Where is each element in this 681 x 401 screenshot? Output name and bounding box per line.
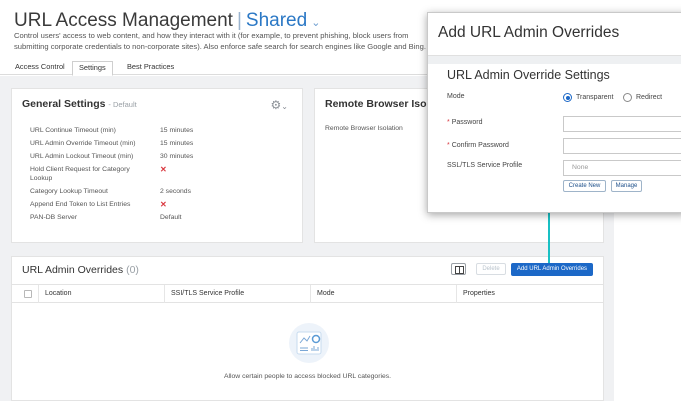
setting-value: 15 minutes — [160, 127, 194, 134]
tab-settings[interactable]: Settings — [72, 61, 113, 76]
password-label: * Password — [447, 119, 482, 126]
confirm-password-field[interactable] — [563, 138, 681, 154]
setting-key: Hold Client Request for Category Lookup — [30, 166, 130, 182]
setting-key: URL Admin Override Timeout (min) — [30, 140, 136, 147]
gear-icon[interactable]: ⚙⌄ — [271, 98, 288, 112]
column-properties[interactable]: Properties — [456, 285, 603, 303]
page-title-text: URL Access Management — [14, 10, 233, 31]
ssl-profile-select[interactable]: None — [563, 160, 681, 176]
general-settings-title-text: General Settings — [22, 98, 106, 110]
columns-icon[interactable] — [451, 263, 466, 275]
confirm-password-label: * Confirm Password — [447, 142, 509, 149]
dialog-divider — [428, 55, 681, 64]
required-asterisk-icon: * — [447, 142, 450, 149]
setting-key: Category Lookup Timeout — [30, 188, 108, 195]
mode-redirect-radio[interactable] — [623, 93, 632, 102]
empty-state-text: Allow certain people to access blocked U… — [223, 373, 392, 380]
general-settings-title: General Settings - Default — [22, 98, 137, 110]
ssl-profile-label: SSL/TLS Service Profile — [447, 162, 523, 169]
password-label-text: Password — [451, 119, 483, 126]
setting-key: PAN-DB Server — [30, 214, 78, 221]
mode-label: Mode — [447, 93, 465, 100]
mode-redirect-label[interactable]: Redirect — [636, 94, 662, 101]
dialog-section-title: URL Admin Override Settings — [447, 68, 610, 82]
page-description: Control users' access to web content, an… — [14, 31, 426, 51]
mode-transparent-label[interactable]: Transparent — [576, 94, 613, 101]
x-icon: ✕ — [160, 165, 167, 174]
required-asterisk-icon: * — [447, 119, 450, 126]
column-location[interactable]: Location — [38, 285, 164, 303]
setting-value: Default — [160, 214, 182, 221]
general-settings-card: General Settings - Default ⚙⌄ URL Contin… — [11, 88, 303, 243]
confirm-password-label-text: Confirm Password — [451, 142, 509, 149]
delete-button[interactable]: Delete — [476, 263, 506, 275]
title-separator: | — [236, 10, 242, 31]
x-icon: ✕ — [160, 200, 167, 209]
setting-value: 30 minutes — [160, 153, 194, 160]
select-all-checkbox[interactable] — [24, 290, 32, 298]
remote-browser-label: Remote Browser Isolation — [325, 125, 403, 132]
scope-selector[interactable]: Shared — [246, 10, 307, 31]
mode-transparent-radio[interactable] — [563, 93, 572, 102]
general-settings-default: Default — [112, 100, 137, 109]
chevron-down-icon[interactable]: ⌄ — [311, 17, 320, 29]
setting-value: 2 seconds — [160, 188, 191, 195]
overrides-title-text: URL Admin Overrides — [22, 264, 124, 276]
create-new-button[interactable]: Create New — [563, 180, 606, 192]
add-overrides-button[interactable]: Add URL Admin Overrides — [511, 263, 593, 276]
overrides-card: URL Admin Overrides (0) Delete Add URL A… — [11, 256, 604, 401]
manage-button[interactable]: Manage — [611, 180, 642, 192]
page-title: URL Access Management | Shared ⌄ — [14, 10, 320, 32]
password-field[interactable] — [563, 116, 681, 132]
column-ssl-profile[interactable]: SSI/TLS Service Profile — [164, 285, 310, 303]
setting-key: URL Admin Lockout Timeout (min) — [30, 153, 134, 160]
empty-state-chart-icon — [289, 323, 329, 363]
column-mode[interactable]: Mode — [310, 285, 456, 303]
tab-access-control[interactable]: Access Control — [9, 61, 71, 75]
setting-value: 15 minutes — [160, 140, 194, 147]
dialog-title: Add URL Admin Overrides — [438, 24, 620, 41]
tab-best-practices[interactable]: Best Practices — [121, 61, 180, 75]
table-header: Location SSI/TLS Service Profile Mode Pr… — [12, 284, 603, 303]
add-overrides-dialog: Add URL Admin Overrides URL Admin Overri… — [427, 12, 681, 213]
setting-key: URL Continue Timeout (min) — [30, 127, 116, 134]
overrides-title: URL Admin Overrides (0) — [22, 264, 139, 276]
setting-key: Append End Token to List Entries — [30, 201, 131, 208]
overrides-count: (0) — [126, 264, 139, 276]
general-settings-subtitle: - Default — [108, 100, 137, 109]
